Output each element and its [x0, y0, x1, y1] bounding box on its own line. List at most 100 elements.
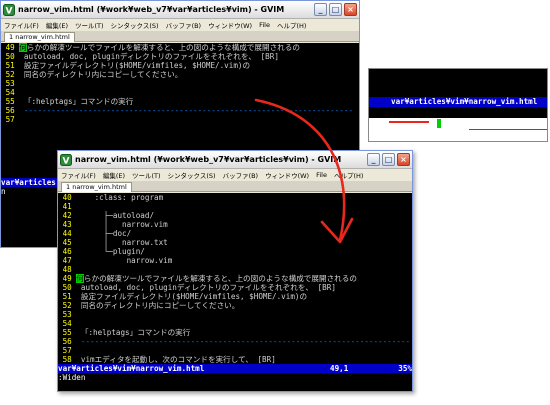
menu-item[interactable]: ファイル(F) — [4, 20, 39, 30]
menu-item[interactable]: バッファ(B) — [166, 20, 202, 30]
line-text: 「:helptags」コマンドの実行 — [19, 97, 134, 106]
menu-item[interactable]: ファイル(F) — [61, 170, 96, 180]
editor-line: 49 何らかの解凍ツールでファイルを解凍すると、上の図のような構成で展開されるの — [1, 43, 359, 52]
menu-item[interactable]: ツール(T) — [75, 20, 104, 30]
editor-line: 58 vimエディタを起動し、次のコマンドを実行して、 [BR] — [58, 355, 412, 364]
editor-line: 56 -------------------------------------… — [58, 337, 412, 346]
line-number: 53 — [1, 79, 20, 88]
tab-narrow-vim[interactable]: 1 narrow_vim.html — [61, 182, 132, 192]
inset-bottom-rule — [469, 129, 547, 130]
line-text: 「:helptags」コマンドの実行 — [76, 328, 191, 337]
line-number: 51 — [1, 61, 20, 70]
editor-line: 51 設定ファイルディレクトリ($HOME/vimfiles, $HOME/.v… — [58, 292, 412, 301]
editor-line: 54 — [58, 319, 412, 328]
title-bar[interactable]: V narrow_vim.html (¥work¥web_v7¥var¥arti… — [58, 151, 412, 169]
editor-line: 51 設定ファイルディレクトリ($HOME/vimfiles, $HOME/.v… — [1, 61, 359, 70]
tilde-line — [1, 124, 359, 133]
editor-area[interactable]: 40 :class: program 41 42 ├─autoload/ 43 … — [58, 193, 412, 391]
line-text: autoload, doc, pluginディレクトリのファイルをそれぞれを、 … — [76, 283, 336, 292]
svg-text:V: V — [63, 156, 70, 166]
line-number: 50 — [1, 52, 20, 61]
menu-item[interactable]: シンタックス(S) — [168, 170, 216, 180]
editor-lines: 49 何らかの解凍ツールでファイルを解凍すると、上の図のような構成で展開されるの… — [1, 43, 359, 124]
editor-line: 49 何らかの解凍ツールでファイルを解凍すると、上の図のような構成で展開されるの — [58, 274, 412, 283]
window-title: narrow_vim.html (¥work¥web_v7¥var¥articl… — [75, 155, 342, 164]
line-number: 51 — [58, 292, 77, 301]
maximize-button[interactable]: □ — [329, 3, 342, 16]
line-number: 50 — [58, 283, 77, 292]
menu-item[interactable]: File — [316, 171, 327, 179]
line-text: │ narrow.vim — [76, 220, 168, 229]
line-number: 54 — [58, 319, 77, 328]
editor-line: 52 同名のディレクトリ内にコピーしてください。 — [1, 70, 359, 79]
editor-line: 48 — [58, 265, 412, 274]
menu-bar: ファイル(F) 編集(E) ツール(T) シンタックス(S) バッファ(B) ウ… — [58, 169, 412, 181]
line-text: ├─autoload/ — [76, 211, 155, 220]
text-cursor — [436, 119, 442, 128]
menu-item[interactable]: ツール(T) — [132, 170, 161, 180]
line-number: 55 — [1, 97, 20, 106]
line-text: ----------------------------------------… — [76, 337, 411, 346]
command-line: :Widen — [58, 373, 86, 382]
inset-command-line: :Widen — [369, 107, 547, 128]
editor-line: 47 narrow.vim — [58, 256, 412, 265]
gvim-app-icon: V — [3, 3, 15, 16]
gvim-window-front: V narrow_vim.html (¥work¥web_v7¥var¥arti… — [57, 150, 413, 392]
menu-item[interactable]: 編集(E) — [103, 170, 125, 180]
maximize-button[interactable]: □ — [382, 153, 395, 166]
tab-narrow-vim[interactable]: 1 narrow_vim.html — [4, 32, 75, 42]
editor-line: 46 └─plugin/ — [58, 247, 412, 256]
menu-item[interactable]: シンタックス(S) — [111, 20, 159, 30]
line-number: 44 — [58, 229, 77, 238]
line-text: らかの解凍ツールでファイルを解凍すると、上の図のような構成で展開されるの — [26, 43, 300, 52]
minimize-button[interactable]: _ — [367, 153, 380, 166]
editor-line: 55 「:helptags」コマンドの実行 — [58, 328, 412, 337]
menu-item[interactable]: ヘルプ(H) — [277, 20, 306, 30]
close-button[interactable]: × — [344, 3, 357, 16]
text-cursor: 何 — [76, 274, 84, 283]
text-cursor: 何 — [19, 43, 27, 52]
editor-line: 56 -------------------------------------… — [1, 106, 359, 115]
line-number: 46 — [58, 247, 77, 256]
line-text: 同名のディレクトリ内にコピーしてください。 — [76, 301, 240, 310]
title-bar[interactable]: V narrow_vim.html (¥work¥web_v7¥var¥arti… — [1, 1, 359, 19]
line-number: 56 — [1, 106, 20, 115]
menu-bar: ファイル(F) 編集(E) ツール(T) シンタックス(S) バッファ(B) ウ… — [1, 19, 359, 31]
editor-line: 57 — [1, 115, 359, 124]
line-text: :class: program — [76, 193, 164, 202]
gvim-app-icon: V — [60, 153, 72, 166]
status-position: 49,1 — [330, 364, 349, 373]
tab-bar: 1 narrow_vim.html — [1, 31, 359, 42]
menu-item[interactable]: ヘルプ(H) — [334, 170, 363, 180]
editor-line: 43 │ narrow.vim — [58, 220, 412, 229]
line-number: 41 — [58, 202, 77, 211]
line-number: 52 — [1, 70, 20, 79]
status-filename: var¥articles¥vim¥narrow_vim.html — [58, 364, 205, 373]
menu-item[interactable]: ウィンドウ(W) — [265, 170, 309, 180]
tab-bar: 1 narrow_vim.html — [58, 181, 412, 192]
inset-editor-top — [369, 69, 547, 97]
tilde-line — [1, 133, 359, 142]
line-number: 48 — [58, 265, 77, 274]
line-number: 47 — [58, 256, 77, 265]
line-number: 58 — [58, 355, 77, 364]
editor-line: 55 「:helptags」コマンドの実行 — [1, 97, 359, 106]
menu-item[interactable]: 編集(E) — [46, 20, 68, 30]
line-number: 55 — [58, 328, 77, 337]
minimize-button[interactable]: _ — [314, 3, 327, 16]
editor-line: 53 — [58, 310, 412, 319]
zoom-inset: var¥articles¥vim¥narrow_vim.html :Widen — [368, 68, 548, 142]
line-number: 42 — [58, 211, 77, 220]
line-text: ----------------------------------------… — [19, 106, 354, 115]
line-number: 54 — [1, 88, 20, 97]
menu-item[interactable]: File — [259, 21, 270, 29]
editor-line: 50 autoload, doc, pluginディレクトリのファイルをそれぞれ… — [58, 283, 412, 292]
editor-line: 40 :class: program — [58, 193, 412, 202]
line-number: 57 — [1, 115, 20, 124]
menu-item[interactable]: ウィンドウ(W) — [208, 20, 252, 30]
editor-line: 41 — [58, 202, 412, 211]
editor-line: 57 — [58, 346, 412, 355]
close-button[interactable]: × — [397, 153, 410, 166]
menu-item[interactable]: バッファ(B) — [223, 170, 259, 180]
svg-text:V: V — [6, 6, 13, 16]
